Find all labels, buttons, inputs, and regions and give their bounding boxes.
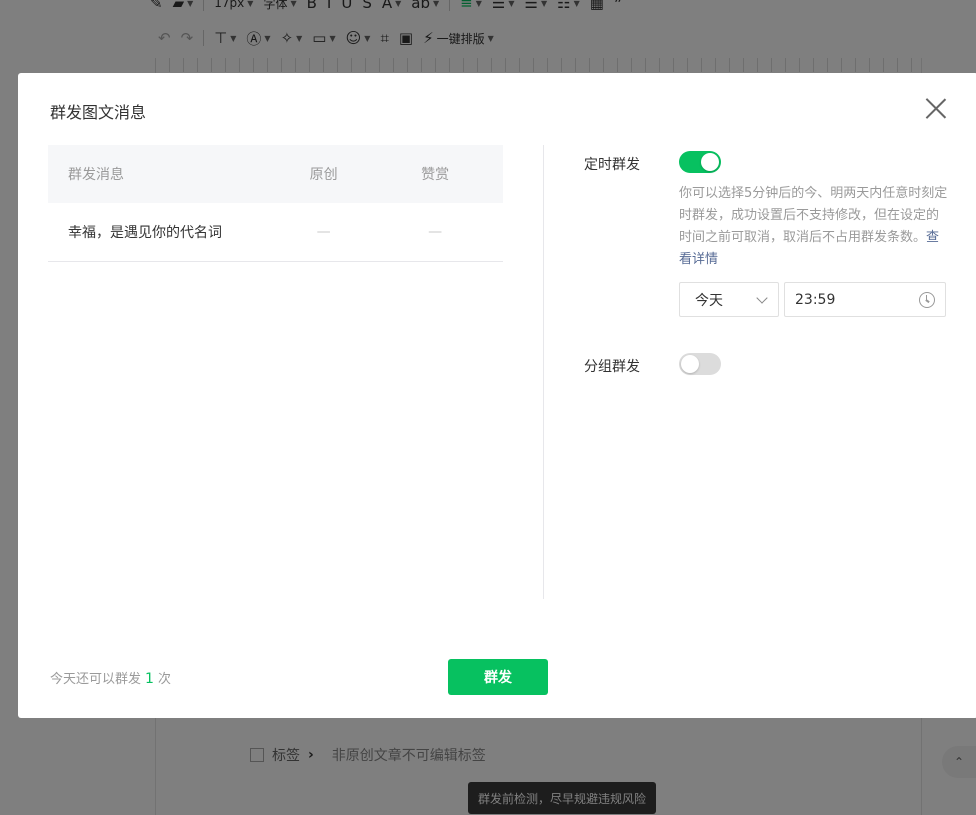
send-button[interactable]: 群发 — [448, 659, 548, 695]
quota-prefix: 今天还可以群发 — [50, 672, 142, 687]
dialog-title: 群发图文消息 — [50, 103, 147, 122]
clock-icon — [919, 292, 935, 308]
day-select-value: 今天 — [695, 292, 723, 309]
mass-send-dialog: 群发图文消息 群发消息 原创 赞赏 幸福，是遇见你的代名词 — — 定时群发 你… — [18, 73, 976, 718]
message-table: 群发消息 原创 赞赏 幸福，是遇见你的代名词 — — — [48, 145, 503, 262]
table-header: 群发消息 原创 赞赏 — [48, 145, 503, 203]
table-row: 幸福，是遇见你的代名词 — — — [48, 203, 503, 262]
scheduled-hint: 你可以选择5分钟后的今、明两天内任意时刻定时群发，成功设置后不支持修改，但在设定… — [679, 183, 951, 271]
time-input-value: 23:59 — [795, 291, 836, 308]
scheduled-send-label: 定时群发 — [584, 157, 640, 173]
header-original: 原创 — [309, 167, 338, 183]
close-icon[interactable] — [924, 97, 948, 121]
chevron-down-icon — [756, 292, 768, 304]
group-send-toggle[interactable] — [679, 353, 721, 375]
toggle-knob — [701, 153, 719, 171]
toggle-knob — [681, 355, 699, 373]
group-send-label: 分组群发 — [584, 359, 640, 375]
header-reward: 赞赏 — [421, 167, 450, 183]
time-input[interactable]: 23:59 — [784, 282, 946, 317]
quota-text: 今天还可以群发 1 次 — [50, 668, 171, 687]
scheduled-send-toggle[interactable] — [679, 151, 721, 173]
reward-value: — — [428, 224, 443, 240]
header-message: 群发消息 — [68, 167, 124, 183]
quota-suffix: 次 — [157, 672, 171, 687]
vertical-divider — [543, 145, 544, 599]
scheduled-hint-text: 你可以选择5分钟后的今、明两天内任意时刻定时群发，成功设置后不支持修改，但在设定… — [679, 186, 948, 245]
original-value: — — [316, 224, 331, 240]
quota-count: 1 — [145, 671, 154, 687]
message-title: 幸福，是遇见你的代名词 — [68, 225, 222, 241]
day-select[interactable]: 今天 — [679, 282, 779, 317]
